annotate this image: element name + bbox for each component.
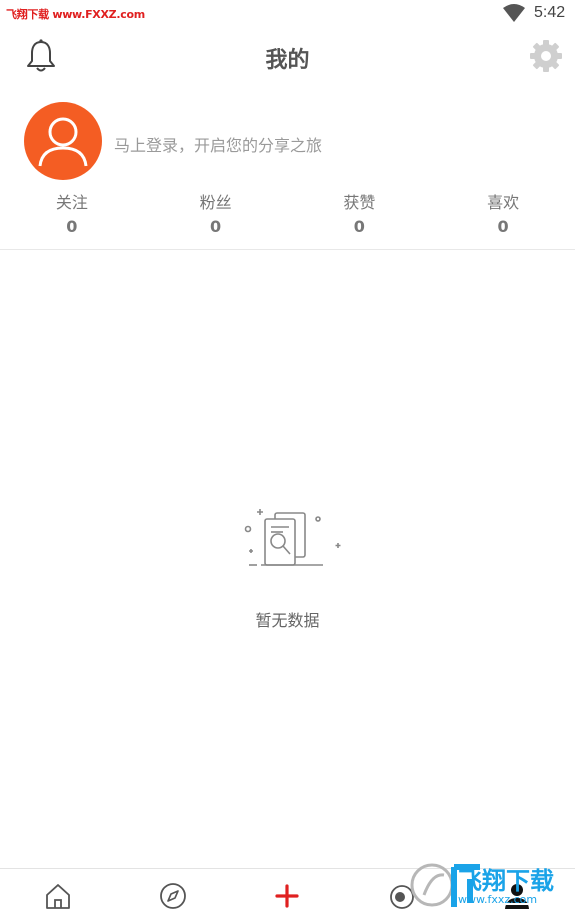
- empty-message: 暂无数据: [255, 611, 320, 630]
- stat-label: 粉丝: [199, 193, 232, 212]
- stat-label: 关注: [55, 193, 88, 212]
- watermark-logo-url: www.fxxz.com: [458, 893, 538, 906]
- stat-value: 0: [497, 217, 509, 236]
- page-title: 我的: [265, 48, 310, 73]
- home-icon[interactable]: [43, 881, 73, 911]
- gear-icon[interactable]: [528, 38, 564, 74]
- avatar[interactable]: [24, 102, 102, 180]
- top-bar: 我的: [0, 30, 575, 82]
- wifi-icon: [503, 4, 525, 22]
- empty-documents-icon: [244, 509, 340, 566]
- stat-value: 0: [353, 217, 365, 236]
- user-icon: [38, 117, 88, 167]
- status-time: 5:42: [534, 4, 566, 21]
- plus-icon[interactable]: [272, 881, 302, 911]
- stat-likes-received[interactable]: 获赞 0: [288, 192, 432, 249]
- profile-section[interactable]: 马上登录，开启您的分享之旅: [0, 102, 575, 182]
- watermark-logo-text: 飞翔下载: [458, 867, 554, 895]
- stat-value: 0: [66, 217, 78, 236]
- stats-row: 关注 0 粉丝 0 获赞 0 喜欢 0: [0, 192, 575, 250]
- stat-label: 获赞: [343, 193, 376, 212]
- login-prompt[interactable]: 马上登录，开启您的分享之旅: [114, 132, 322, 156]
- stat-value: 0: [210, 217, 222, 236]
- stat-fans[interactable]: 粉丝 0: [144, 192, 288, 249]
- stat-label: 喜欢: [487, 193, 520, 212]
- stat-following[interactable]: 关注 0: [0, 192, 144, 249]
- stat-favorites[interactable]: 喜欢 0: [431, 192, 575, 249]
- watermark-text: 飞翔下载 www.FXXZ.com: [6, 8, 145, 21]
- empty-state: 暂无数据: [0, 505, 575, 631]
- status-bar: 飞翔下载 www.FXXZ.com 5:42: [0, 0, 575, 26]
- compass-icon[interactable]: [158, 881, 188, 911]
- watermark-logo: 飞翔下载 www.fxxz.com: [410, 855, 575, 915]
